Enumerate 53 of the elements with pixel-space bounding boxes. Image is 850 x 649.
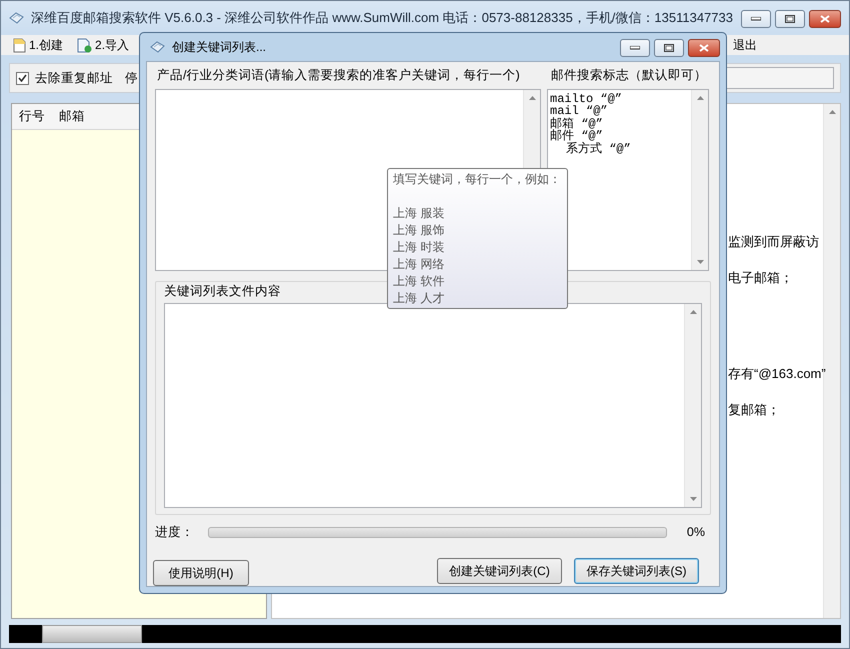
checkmark-icon: [18, 74, 27, 82]
maximize-button[interactable]: [654, 39, 684, 57]
tooltip-text: 填写关键词，每行一个，例如：: [393, 170, 562, 188]
file-content-field[interactable]: [164, 303, 702, 508]
close-icon: [699, 44, 709, 52]
text-line: 复邮箱；: [728, 401, 780, 419]
scrollbar-thumb[interactable]: [42, 625, 142, 643]
tooltip-text: 上海 人才: [393, 290, 446, 307]
tooltip-text: 上海 软件: [393, 272, 446, 290]
checkbox-label: 去除重复邮址: [35, 70, 113, 87]
scroll-up-icon[interactable]: [696, 96, 704, 100]
text-line: 监测到而屏蔽访: [728, 233, 819, 251]
scroll-up-icon[interactable]: [690, 310, 696, 314]
checkbox[interactable]: [16, 72, 29, 84]
minimize-button[interactable]: [620, 39, 650, 57]
minimize-icon: [630, 46, 640, 50]
option-label: 停: [125, 70, 138, 87]
scroll-up-icon[interactable]: [828, 110, 836, 114]
maximize-icon: [664, 44, 674, 52]
tooltip-text: 上海 网络: [393, 256, 446, 273]
column-header: 行号: [18, 108, 46, 126]
dialog-button[interactable]: 使用说明(H): [153, 560, 249, 586]
scroll-down-icon[interactable]: [696, 260, 704, 264]
dialog-button[interactable]: 创建关键词列表(C): [437, 558, 562, 584]
maximize-icon: [785, 15, 795, 23]
app-icon: [9, 11, 25, 25]
tooltip-text: 上海 时装: [393, 238, 446, 256]
minimize-button[interactable]: [741, 10, 771, 28]
maximize-button[interactable]: [775, 10, 805, 28]
progress-label: 进度：: [155, 524, 194, 542]
minimize-icon: [751, 17, 761, 21]
tooltip-text: 上海 服饰: [393, 222, 446, 239]
document-add-icon: [77, 38, 92, 52]
tooltip-text: 上海 服装: [393, 204, 446, 222]
scroll-down-icon[interactable]: [690, 497, 696, 502]
scroll-up-icon[interactable]: [528, 96, 536, 100]
field-label: 邮件搜索标志（默认即可）: [550, 66, 708, 84]
close-button[interactable]: [688, 39, 720, 57]
progress-reading: 0%: [686, 524, 705, 542]
field-label: 产品/行业分类词语(请输入需要搜索的准客户关键词，每行一个): [156, 66, 521, 84]
document-icon: [13, 38, 26, 52]
dialog-title: 创建关键词列表...: [172, 38, 266, 56]
close-icon: [820, 15, 830, 23]
app-icon: [150, 40, 166, 54]
window-title: 深维百度邮箱搜索软件 V5.6.0.3 - 深维公司软件作品 www.SumWill.com 电话：0573-88128335，手机/微信：13511347733: [31, 9, 733, 28]
text-line: 电子邮箱；: [728, 269, 793, 287]
text-line: 存有“@163.com”: [728, 365, 826, 383]
toolbar-button[interactable]: 2.导入: [75, 36, 132, 54]
toolbar-button[interactable]: 退出: [731, 36, 760, 54]
toolbar-button[interactable]: 1.创建: [11, 36, 66, 54]
dialog-button[interactable]: 保存关键词列表(S): [574, 558, 699, 584]
close-button[interactable]: [809, 10, 841, 28]
column-header: 邮箱: [58, 108, 85, 126]
